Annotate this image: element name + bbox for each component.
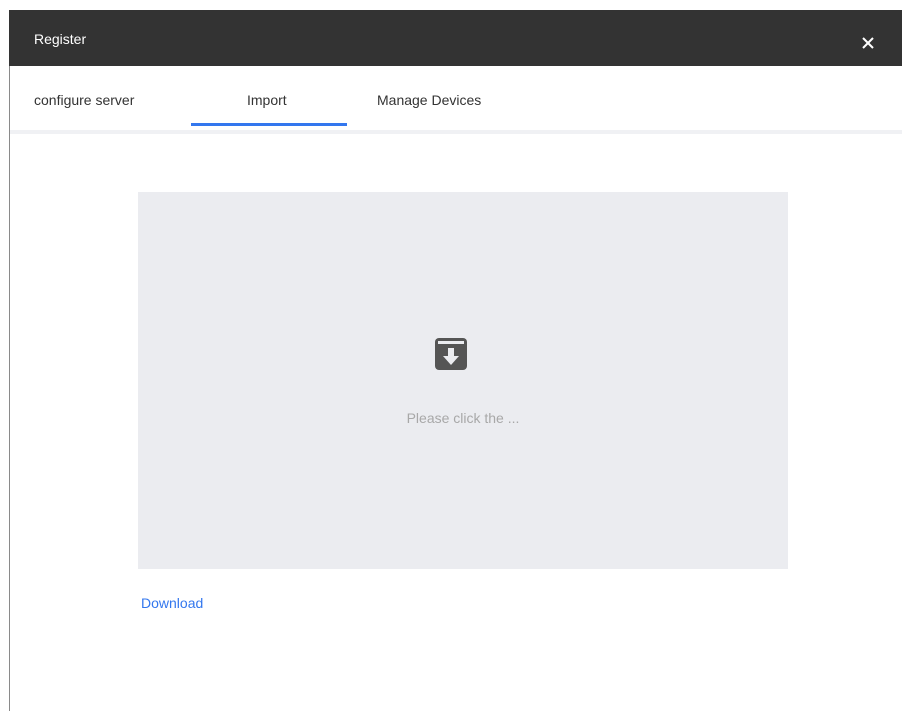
download-link[interactable]: Download [141, 595, 203, 611]
archive-download-icon [434, 337, 468, 371]
tab-bar: configure server Import Manage Devices [10, 66, 902, 134]
active-tab-indicator [191, 123, 347, 126]
dialog-title: Register [34, 31, 87, 47]
register-dialog: Register configure server Import Manage … [0, 0, 902, 711]
tab-configure-server[interactable]: configure server [34, 92, 134, 108]
tab-manage-devices[interactable]: Manage Devices [377, 92, 481, 108]
import-dropzone[interactable]: Please click the ... [138, 192, 788, 569]
close-icon[interactable] [862, 36, 874, 49]
import-hint: Please click the ... [406, 410, 520, 426]
tab-import[interactable]: Import [247, 92, 287, 108]
dialog-left-border [9, 66, 10, 711]
tab-divider [10, 130, 902, 134]
dialog-titlebar: Register [9, 10, 902, 66]
